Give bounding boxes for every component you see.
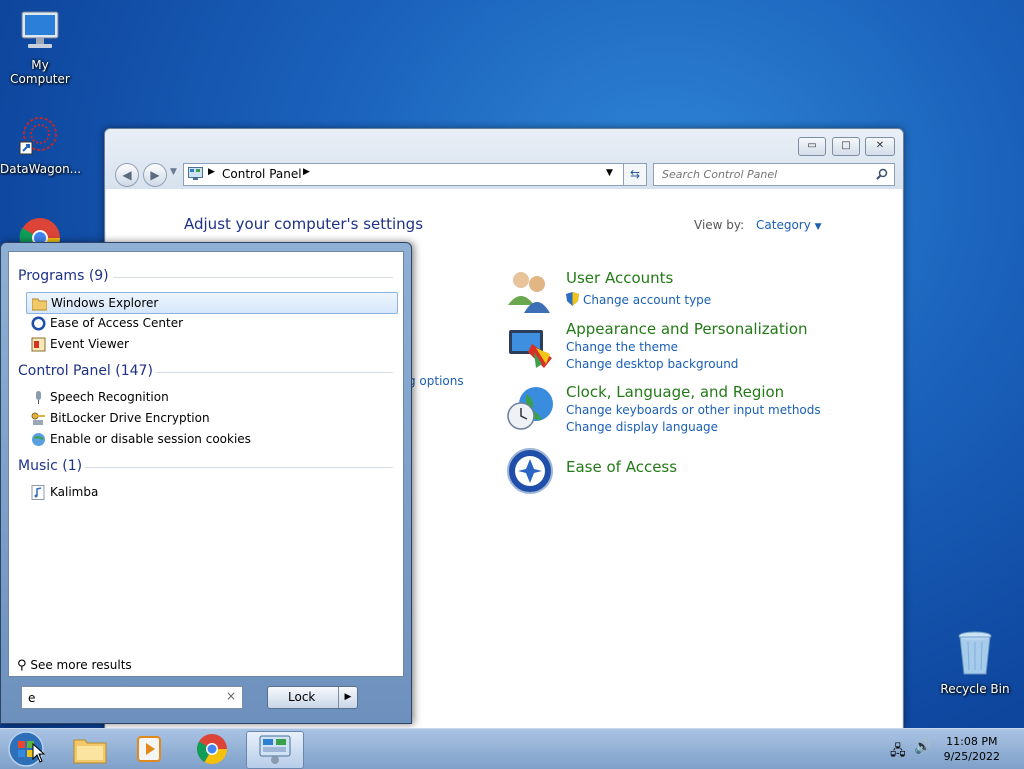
back-button[interactable]: ◀: [115, 163, 139, 187]
recent-pages-chevron-icon[interactable]: ▼: [170, 167, 177, 177]
desktop-icon-label: Recycle Bin: [940, 682, 1010, 696]
link-change-account-type[interactable]: Change account type: [583, 293, 711, 307]
view-by-dropdown[interactable]: Category ▼: [756, 218, 822, 232]
group-divider: [113, 277, 393, 278]
result-speech-recognition[interactable]: Speech Recognition: [26, 387, 396, 407]
category-clock-language-region[interactable]: Clock, Language, and Region: [566, 383, 784, 401]
group-divider: [155, 372, 393, 373]
search-input[interactable]: [660, 164, 864, 185]
taskbar-control-panel[interactable]: [246, 731, 304, 769]
group-divider: [85, 467, 393, 468]
result-kalimba[interactable]: Kalimba: [26, 482, 396, 502]
category-user-accounts[interactable]: User Accounts: [566, 269, 673, 287]
clock-globe-icon[interactable]: [506, 384, 554, 432]
search-icon[interactable]: [876, 168, 888, 180]
chrome-icon: [196, 734, 227, 765]
folder-icon: [32, 298, 47, 311]
start-button[interactable]: [2, 731, 48, 767]
minimize-button[interactable]: ▭: [798, 137, 826, 156]
link-change-theme[interactable]: Change the theme: [566, 340, 678, 354]
close-button[interactable]: ✕: [865, 137, 895, 156]
start-search-box[interactable]: ×: [21, 686, 243, 709]
taskbar-chrome[interactable]: [186, 731, 238, 767]
refresh-icon: ⇆: [629, 167, 641, 181]
desktop-icon-datawagon[interactable]: DataWagon...: [0, 112, 82, 176]
recycle-bin-icon: [958, 631, 992, 675]
folder-icon: [73, 739, 107, 764]
address-dropdown-icon[interactable]: ▼: [606, 168, 613, 178]
key-icon: [31, 412, 45, 425]
link-change-display-language[interactable]: Change display language: [566, 420, 718, 434]
datawagon-icon: [19, 117, 57, 155]
user-accounts-icon[interactable]: [506, 267, 554, 315]
result-bitlocker[interactable]: BitLocker Drive Encryption: [26, 408, 396, 428]
computer-icon: [21, 11, 59, 48]
control-panel-icon: [259, 735, 291, 764]
result-session-cookies[interactable]: Enable or disable session cookies: [26, 429, 396, 449]
breadcrumb-control-panel[interactable]: Control Panel: [222, 167, 302, 181]
see-more-results[interactable]: ⚲ See more results: [17, 658, 132, 673]
window-titlebar: ▭ □ ✕ ◀ ▶ ▼ ▶ Control Panel ▶ ▼ ⇆: [105, 129, 903, 189]
volume-icon[interactable]: 🔊: [914, 739, 931, 755]
lock-button[interactable]: Lock ▶: [267, 686, 358, 709]
search-results-pane: Programs (9) Windows Explorer Ease of Ac…: [8, 251, 404, 677]
group-control-panel: Control Panel (147): [18, 363, 153, 379]
maximize-button[interactable]: □: [832, 137, 860, 156]
media-player-icon: [137, 736, 161, 762]
result-ease-of-access-center[interactable]: Ease of Access Center: [26, 313, 396, 333]
search-box[interactable]: [653, 163, 895, 186]
category-appearance[interactable]: Appearance and Personalization: [566, 320, 808, 338]
clock-date: 9/25/2022: [943, 750, 1000, 763]
uac-shield-icon: [566, 292, 579, 306]
clock-time: 11:08 PM: [946, 735, 998, 748]
group-programs: Programs (9): [18, 268, 109, 284]
view-by: View by: Category ▼: [694, 218, 822, 232]
desktop-icon-recycle-bin[interactable]: Recycle Bin: [935, 630, 1015, 696]
taskbar-file-explorer[interactable]: [64, 731, 116, 767]
event-viewer-icon: [31, 337, 46, 352]
desktop-icon-label: My Computer: [10, 58, 70, 86]
chevron-down-icon: ▼: [814, 222, 822, 232]
internet-options-icon: [32, 433, 45, 446]
start-search-input[interactable]: [26, 687, 220, 708]
result-windows-explorer[interactable]: Windows Explorer: [26, 292, 398, 314]
control-panel-icon: [188, 167, 203, 180]
appearance-icon[interactable]: [506, 324, 554, 372]
group-music: Music (1): [18, 458, 83, 474]
music-file-icon: [31, 485, 45, 500]
desktop-icon-my-computer[interactable]: My Computer: [0, 8, 80, 86]
ease-of-access-icon: [31, 316, 46, 331]
forward-button[interactable]: ▶: [143, 163, 167, 187]
network-icon[interactable]: 🖧: [890, 740, 906, 764]
partial-link-options[interactable]: g options: [408, 374, 464, 388]
start-menu: Programs (9) Windows Explorer Ease of Ac…: [0, 242, 412, 724]
see-more-label: See more results: [30, 658, 132, 672]
breadcrumb-arrow-icon[interactable]: ▶: [303, 167, 310, 177]
category-ease-of-access[interactable]: Ease of Access: [566, 458, 677, 476]
taskbar: 🖧 🔊 11:08 PM 9/25/2022: [0, 728, 1024, 769]
address-bar[interactable]: ▶ Control Panel ▶ ▼: [183, 163, 647, 186]
refresh-button[interactable]: ⇆: [623, 163, 647, 186]
link-change-desktop-background[interactable]: Change desktop background: [566, 357, 738, 371]
ease-of-access-icon[interactable]: [506, 447, 554, 495]
view-by-label: View by:: [694, 218, 745, 232]
taskbar-media-player[interactable]: [124, 731, 176, 767]
lock-label: Lock: [288, 690, 316, 704]
desktop-icon-label: DataWagon...: [0, 162, 82, 176]
microphone-icon: [36, 391, 41, 404]
power-options-arrow-icon[interactable]: ▶: [338, 687, 357, 708]
result-event-viewer[interactable]: Event Viewer: [26, 334, 396, 354]
breadcrumb-arrow-icon: ▶: [208, 167, 215, 177]
page-title: Adjust your computer's settings: [184, 215, 424, 233]
mouse-cursor-icon: [32, 743, 46, 763]
link-change-keyboards[interactable]: Change keyboards or other input methods: [566, 403, 821, 417]
clear-search-icon[interactable]: ×: [226, 689, 236, 703]
search-icon: ⚲: [17, 658, 27, 673]
clock[interactable]: 11:08 PM 9/25/2022: [944, 734, 1000, 764]
